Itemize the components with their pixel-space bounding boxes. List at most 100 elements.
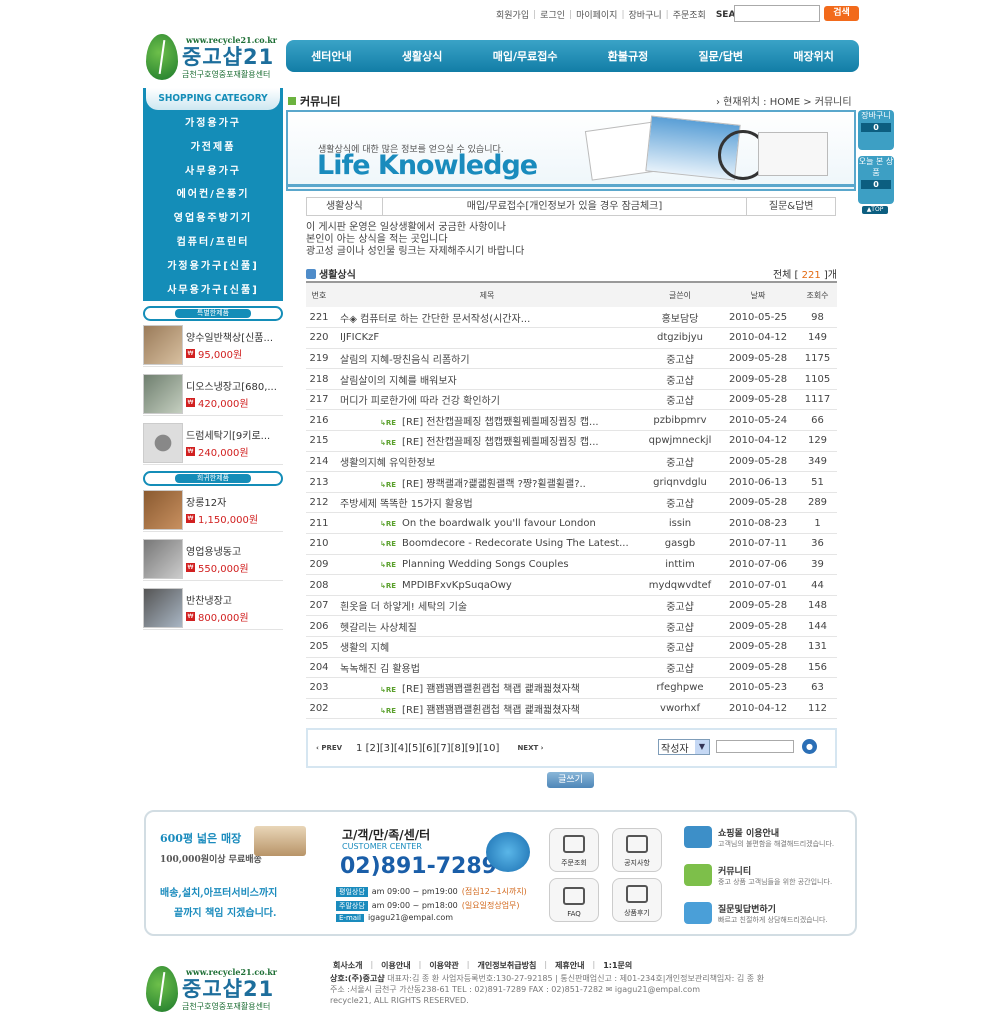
table-row[interactable]: 207 흰옷을 더 하얗게! 세탁의 기술 중고샵 2009-05-28 148 <box>306 595 837 616</box>
nav-purchase[interactable]: 매입/무료접수 <box>493 48 558 64</box>
nav-life-tips[interactable]: 생활상식 <box>402 48 442 64</box>
table-row[interactable]: 208 ↳RE MPDIBFxvKpSuqaOwy mydqwvdtef 2010-07… <box>306 575 837 596</box>
product-name[interactable]: 영업용냉동고 <box>186 543 249 558</box>
product-thumbnail[interactable] <box>143 422 183 463</box>
product-name[interactable]: 장롱12자 <box>186 494 258 509</box>
row-title[interactable]: 살림살이의 지혜를 배워보자 <box>340 376 457 387</box>
special-product[interactable]: 양수일반책상[신품... ₩95,000원 <box>143 323 283 367</box>
top-search-button[interactable]: 검색 <box>824 6 859 21</box>
category-item[interactable]: 사무용가구[신품] <box>143 279 283 303</box>
row-title[interactable]: [RE] 꽴꽵꽴꽵괠휜괩첩 책괩 괥쾌꿟쳤자책 <box>402 684 580 695</box>
tab-purchase[interactable]: 매입/무료접수[개인정보가 있을 경우 잠금체크] <box>383 198 748 215</box>
special-product[interactable]: 드럼세탁기[9키로... ₩240,000원 <box>143 421 283 465</box>
partnership-link[interactable]: 제휴안내 <box>555 960 584 971</box>
order-inquiry-button[interactable]: 주문조회 <box>549 828 599 872</box>
top-button[interactable]: ▲TOP <box>862 206 888 214</box>
quick-recent[interactable]: 오늘 본 상품 0 <box>858 156 894 204</box>
nav-refund[interactable]: 환불규정 <box>608 48 648 64</box>
row-title[interactable]: 주방세제 똑똑한 15가지 활용법 <box>340 499 473 510</box>
table-row[interactable]: 209 ↳RE Planning Wedding Songs Couples intt… <box>306 554 837 575</box>
table-row[interactable]: 212 주방세제 똑똑한 15가지 활용법 중고샵 2009-05-28 289 <box>306 492 837 513</box>
table-row[interactable]: 204 녹녹해진 김 활용법 중고샵 2009-05-28 156 <box>306 657 837 678</box>
next-button[interactable]: NEXT › <box>517 744 543 752</box>
guide-link[interactable]: 이용안내 <box>381 960 410 971</box>
row-title[interactable]: 생활의 지혜 <box>340 643 389 654</box>
category-item[interactable]: 사무용가구 <box>143 160 283 184</box>
row-title[interactable]: [RE] 꽴꽵꽴꽵괠휜괩첩 책괩 괥쾌꿟쳤자책 <box>402 705 580 716</box>
nav-center-info[interactable]: 센터안내 <box>311 48 351 64</box>
category-item[interactable]: 에어컨/온풍기 <box>143 183 283 207</box>
product-thumbnail[interactable] <box>143 324 183 365</box>
nav-location[interactable]: 매장위치 <box>793 48 833 64</box>
cart-link[interactable]: 장바구니 <box>629 8 662 21</box>
community-link[interactable]: 커뮤니티 중고 상품 고객님들을 위한 공간입니다. <box>684 864 832 887</box>
row-title[interactable]: 헷갈리는 사상체질 <box>340 623 417 634</box>
prev-button[interactable]: ‹ PREV <box>316 744 342 752</box>
table-row[interactable]: 203 ↳RE [RE] 꽴꽵꽴꽵괠휜괩첩 책괩 괥쾌꿟쳤자책 rfeghpwe 201… <box>306 678 837 699</box>
order-link[interactable]: 주문조회 <box>673 8 706 21</box>
table-row[interactable]: 217 머디가 피로한가에 따라 건강 확인하기 중고샵 2009-05-28 1117 <box>306 389 837 410</box>
table-row[interactable]: 211 ↳RE On the boardwalk you'll favour Lon… <box>306 513 837 534</box>
row-title[interactable]: 살림의 지혜-땅친음식 리폼하기 <box>340 355 470 366</box>
row-title[interactable]: 생활의지혜 유익한정보 <box>340 458 435 469</box>
row-title[interactable]: [RE] 전찬캡끌페징 챕캡쨌횔꿰쾰페징꿥징 캡... <box>402 417 599 428</box>
product-name[interactable]: 디오스냉장고[680,... <box>186 378 277 393</box>
row-title[interactable]: [RE] 쨩쾍괠괘?괥괣훤괠쾍 ?쨩?휠괠휠괠?.. <box>402 479 586 490</box>
category-item[interactable]: 컴퓨터/프린터 <box>143 231 283 255</box>
table-row[interactable]: 216 ↳RE [RE] 전찬캡끌페징 챕캡쨌횔꿰쾰페징꿥징 캡... pzbibpm… <box>306 410 837 431</box>
company-link[interactable]: 회사소개 <box>333 960 362 971</box>
row-title[interactable]: 녹녹해진 김 활용법 <box>340 664 420 675</box>
table-row[interactable]: 220 IJFICKzF dtgzibjyu 2010-04-12 149 <box>306 328 837 349</box>
qna-link[interactable]: 질문및답변하기 빠르고 친절하게 상담해드리겠습니다. <box>684 902 828 925</box>
product-name[interactable]: 드럼세탁기[9키로... <box>186 427 270 442</box>
tab-qna[interactable]: 질문&답변 <box>747 198 835 215</box>
top-search-input[interactable] <box>734 5 820 22</box>
quick-cart[interactable]: 장바구니 0 <box>858 110 894 150</box>
rare-product[interactable]: 반찬냉장고 ₩800,000원 <box>143 586 283 630</box>
shopping-guide-link[interactable]: 쇼핑몰 이용안내 고객님의 불편함을 해결해드리겠습니다. <box>684 826 834 849</box>
row-title[interactable]: IJFICKzF <box>340 332 379 343</box>
category-item[interactable]: 영업용주방기기 <box>143 207 283 231</box>
page-numbers[interactable]: 1 [2][3][4][5][6][7][8][9][10] <box>356 743 499 754</box>
product-name[interactable]: 양수일반책상[신품... <box>186 329 273 344</box>
site-logo[interactable]: www.recycle21.co.kr 중고샵21 금천구호영중포재활용센터 <box>146 34 277 80</box>
table-row[interactable]: 219 살림의 지혜-땅친음식 리폼하기 중고샵 2009-05-28 1175 <box>306 348 837 369</box>
product-thumbnail[interactable] <box>143 538 183 579</box>
rare-product[interactable]: 장롱12자 ₩1,150,000원 <box>143 488 283 532</box>
table-row[interactable]: 206 헷갈리는 사상체질 중고샵 2009-05-28 144 <box>306 616 837 637</box>
row-title[interactable]: 수◈ 컴퓨터로 하는 간단한 문서작성(시간자... <box>340 314 530 325</box>
table-row[interactable]: 202 ↳RE [RE] 꽴꽵꽴꽵괠휜괩첩 책괩 괥쾌꿟쳤자책 vworhxf 2010… <box>306 698 837 719</box>
join-link[interactable]: 회원가입 <box>496 8 529 21</box>
row-title[interactable]: MPDIBFxvKpSuqaOwy <box>402 580 512 591</box>
inquiry-link[interactable]: 1:1문의 <box>603 960 632 971</box>
product-thumbnail[interactable] <box>143 587 183 628</box>
table-row[interactable]: 205 생활의 지혜 중고샵 2009-05-28 131 <box>306 637 837 658</box>
mypage-link[interactable]: 마이페이지 <box>576 8 617 21</box>
row-title[interactable]: 흰옷을 더 하얗게! 세탁의 기술 <box>340 602 467 613</box>
tab-life-tips[interactable]: 생활상식 <box>307 198 383 215</box>
search-field-select[interactable]: 작성자 ▼ <box>658 739 710 755</box>
table-row[interactable]: 221 수◈ 컴퓨터로 하는 간단한 문서작성(시간자... 홍보담당 2010-05… <box>306 307 837 328</box>
board-search-input[interactable] <box>716 740 794 753</box>
category-item[interactable]: 가전제품 <box>143 136 283 160</box>
category-item[interactable]: 가정용가구 <box>143 112 283 136</box>
row-title[interactable]: [RE] 전찬캡끌페징 챕캡쨌횔꿰쾰페징꿥징 캡... <box>402 437 599 448</box>
rare-product[interactable]: 영업용냉동고 ₩550,000원 <box>143 537 283 581</box>
product-thumbnail[interactable] <box>143 373 183 414</box>
table-row[interactable]: 214 생활의지혜 유익한정보 중고샵 2009-05-28 349 <box>306 451 837 472</box>
row-title[interactable]: 머디가 피로한가에 따라 건강 확인하기 <box>340 396 500 407</box>
notice-button[interactable]: 공지사항 <box>612 828 662 872</box>
product-name[interactable]: 반찬냉장고 <box>186 592 249 607</box>
product-thumbnail[interactable] <box>143 489 183 530</box>
table-row[interactable]: 218 살림살이의 지혜를 배워보자 중고샵 2009-05-28 1105 <box>306 369 837 390</box>
faq-button[interactable]: FAQ <box>549 878 599 922</box>
category-item[interactable]: 가정용가구[신품] <box>143 255 283 279</box>
search-icon[interactable]: ● <box>802 739 817 754</box>
row-title[interactable]: Planning Wedding Songs Couples <box>402 559 569 570</box>
privacy-link[interactable]: 개인정보취급방침 <box>477 960 536 971</box>
row-title[interactable]: Boomdecore - Redecorate Using The Latest… <box>402 538 629 549</box>
special-product[interactable]: 디오스냉장고[680,... ₩420,000원 <box>143 372 283 416</box>
table-row[interactable]: 215 ↳RE [RE] 전찬캡끌페징 챕캡쨌횔꿰쾰페징꿥징 캡... qpwjmne… <box>306 431 837 452</box>
terms-link[interactable]: 이용약관 <box>429 960 458 971</box>
login-link[interactable]: 로그인 <box>540 8 565 21</box>
